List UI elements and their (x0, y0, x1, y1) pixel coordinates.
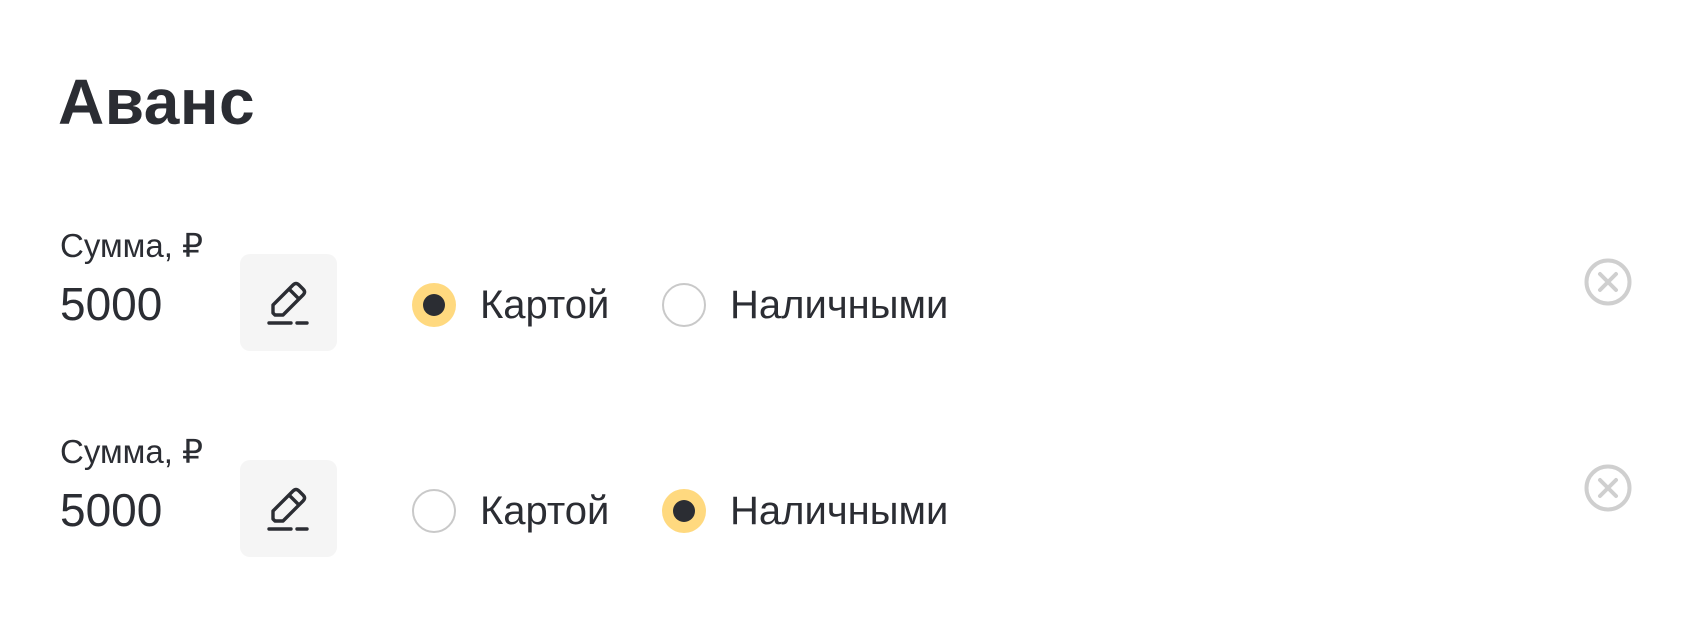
amount-label: Сумма, ₽ (60, 227, 204, 264)
amount-label: Сумма, ₽ (60, 433, 204, 470)
radio-dot (673, 500, 695, 522)
edit-amount-button[interactable] (240, 254, 337, 351)
payment-option-label: Картой (480, 489, 610, 533)
amount-value: 5000 (60, 484, 163, 536)
page-title: Аванс (58, 66, 256, 138)
radio-button-cash[interactable] (662, 489, 706, 533)
payment-option-label: Наличными (730, 283, 949, 327)
edit-amount-button[interactable] (240, 460, 337, 557)
radio-dot (423, 294, 445, 316)
radio-button-card[interactable] (412, 489, 456, 533)
radio-button-card[interactable] (412, 283, 456, 327)
remove-advance-button[interactable] (1583, 257, 1633, 307)
radio-button-cash[interactable] (662, 283, 706, 327)
remove-advance-button[interactable] (1583, 463, 1633, 513)
payment-option-cash[interactable]: Наличными (662, 280, 948, 330)
payment-option-label: Картой (480, 283, 610, 327)
payment-option-card[interactable]: Картой (412, 280, 609, 330)
close-circle-icon (1583, 463, 1633, 513)
close-circle-icon (1583, 257, 1633, 307)
payment-option-card[interactable]: Картой (412, 486, 609, 536)
amount-value: 5000 (60, 278, 163, 330)
advance-row: Сумма, ₽ 5000 Картой Наличными (0, 226, 1692, 356)
payment-option-label: Наличными (730, 489, 949, 533)
payment-option-cash[interactable]: Наличными (662, 486, 948, 536)
advance-row: Сумма, ₽ 5000 Картой Наличными (0, 432, 1692, 562)
pencil-icon (266, 280, 311, 326)
pencil-icon (266, 486, 311, 532)
